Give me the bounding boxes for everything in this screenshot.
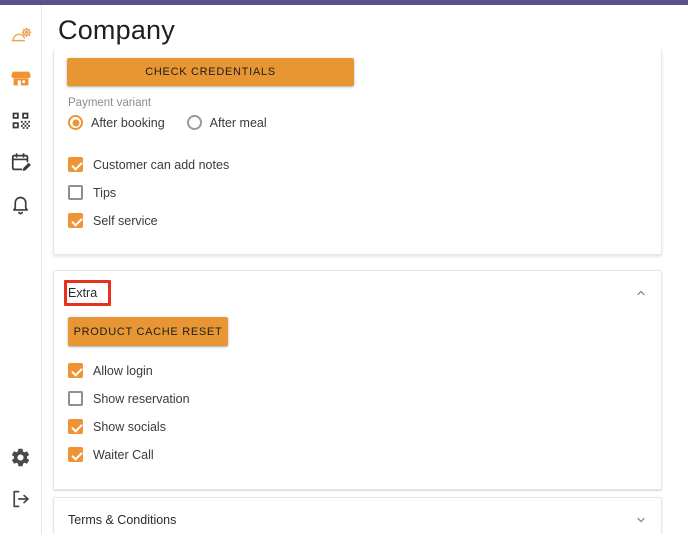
radio-after-booking-mark[interactable]	[68, 115, 83, 130]
checkbox-customer-can-add-notes[interactable]: Customer can add notes	[68, 157, 229, 172]
product-cache-reset-button[interactable]: PRODUCT CACHE RESET	[68, 317, 228, 346]
checkbox-show-socials[interactable]: Show socials	[68, 419, 190, 434]
checkbox-self-service[interactable]: Self service	[68, 213, 229, 228]
sidebar-item-qr-code[interactable]	[0, 99, 42, 141]
extra-panel: Extra PRODUCT CACHE RESET Allow login Sh…	[53, 270, 662, 490]
sidebar-item-settings[interactable]	[0, 436, 42, 478]
chevron-down-icon[interactable]	[635, 514, 647, 526]
app-root: Company CHECK CREDENTIALS Payment varian…	[0, 0, 688, 534]
sidebar-top-group	[0, 15, 42, 225]
checkbox-show-socials-mark[interactable]	[68, 419, 83, 434]
radio-after-booking[interactable]: After booking	[68, 115, 165, 130]
sidebar-item-service-dome[interactable]	[0, 15, 42, 57]
radio-after-booking-label: After booking	[91, 115, 165, 130]
checkbox-show-socials-label: Show socials	[93, 419, 166, 434]
main-content: Company CHECK CREDENTIALS Payment varian…	[42, 5, 688, 534]
gear-icon	[10, 447, 31, 468]
payment-checkbox-group: Customer can add notes Tips Self service	[68, 157, 229, 228]
checkbox-show-reservation-mark[interactable]	[68, 391, 83, 406]
terms-and-conditions-panel: Terms & Conditions	[53, 497, 662, 534]
payment-variant-label: Payment variant	[68, 97, 152, 109]
checkbox-waiter-call-label: Waiter Call	[93, 447, 154, 462]
extra-panel-header[interactable]: Extra	[54, 271, 661, 315]
checkbox-waiter-call[interactable]: Waiter Call	[68, 447, 190, 462]
sidebar-navigation	[0, 5, 42, 534]
sidebar-item-logout[interactable]	[0, 478, 42, 520]
sidebar-item-calendar-edit[interactable]	[0, 141, 42, 183]
qr-code-icon	[10, 110, 31, 131]
service-dome-settings-icon	[10, 25, 32, 47]
checkbox-tips-label: Tips	[93, 185, 117, 200]
sidebar-item-store[interactable]	[0, 57, 42, 99]
bell-icon	[10, 194, 31, 215]
payment-settings-panel: CHECK CREDENTIALS Payment variant After …	[53, 49, 662, 255]
radio-after-meal-label: After meal	[209, 115, 267, 130]
checkbox-allow-login[interactable]: Allow login	[68, 363, 190, 378]
payment-variant-radio-group: After booking After meal	[68, 115, 289, 130]
top-accent-bar	[0, 0, 688, 5]
calendar-edit-icon	[10, 151, 32, 173]
checkbox-waiter-call-mark[interactable]	[68, 447, 83, 462]
terms-panel-title: Terms & Conditions	[68, 513, 177, 527]
radio-after-meal-mark[interactable]	[186, 115, 202, 130]
extra-checkbox-group: Allow login Show reservation Show social…	[68, 363, 190, 462]
sidebar-bottom-group	[0, 436, 42, 520]
checkbox-customer-can-add-notes-label: Customer can add notes	[93, 157, 230, 172]
checkbox-show-reservation[interactable]: Show reservation	[68, 391, 190, 406]
checkbox-tips[interactable]: Tips	[68, 185, 229, 200]
radio-after-meal[interactable]: After meal	[186, 115, 267, 130]
checkbox-allow-login-mark[interactable]	[68, 363, 83, 378]
check-credentials-button[interactable]: CHECK CREDENTIALS	[67, 58, 354, 86]
chevron-up-icon[interactable]	[635, 287, 647, 299]
checkbox-customer-can-add-notes-mark[interactable]	[68, 157, 83, 172]
checkbox-tips-mark[interactable]	[68, 185, 83, 200]
page-title: Company	[58, 15, 175, 45]
logout-icon	[10, 488, 32, 510]
checkbox-allow-login-label: Allow login	[93, 363, 153, 378]
sidebar-item-notifications[interactable]	[0, 183, 42, 225]
checkbox-self-service-label: Self service	[93, 213, 158, 228]
extra-panel-title: Extra	[68, 286, 98, 300]
checkbox-self-service-mark[interactable]	[68, 213, 83, 228]
checkbox-show-reservation-label: Show reservation	[93, 391, 190, 406]
store-icon	[10, 67, 32, 89]
terms-panel-header[interactable]: Terms & Conditions	[54, 498, 661, 534]
